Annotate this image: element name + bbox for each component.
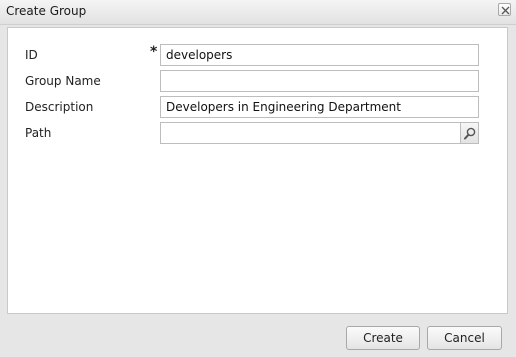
id-field[interactable] <box>160 44 479 66</box>
dialog-titlebar: Create Group <box>0 0 516 25</box>
create-group-dialog: Create Group ID * Group Name Description… <box>0 0 516 357</box>
group-name-field[interactable] <box>160 70 479 92</box>
cancel-button[interactable]: Cancel <box>427 326 502 350</box>
group-name-label: Group Name <box>25 74 101 88</box>
path-field[interactable] <box>160 122 461 144</box>
dialog-title: Create Group <box>6 4 87 18</box>
create-button[interactable]: Create <box>346 326 420 350</box>
close-button[interactable] <box>498 3 511 16</box>
path-browse-button[interactable] <box>460 122 479 144</box>
description-label: Description <box>25 100 94 114</box>
search-icon <box>464 127 476 140</box>
path-picker <box>160 122 479 144</box>
description-field[interactable] <box>160 96 479 118</box>
form-panel: ID * Group Name Description Path <box>7 27 508 314</box>
path-label: Path <box>25 126 52 140</box>
required-marker: * <box>150 44 158 60</box>
close-icon <box>501 6 510 15</box>
id-label: ID <box>25 48 38 62</box>
